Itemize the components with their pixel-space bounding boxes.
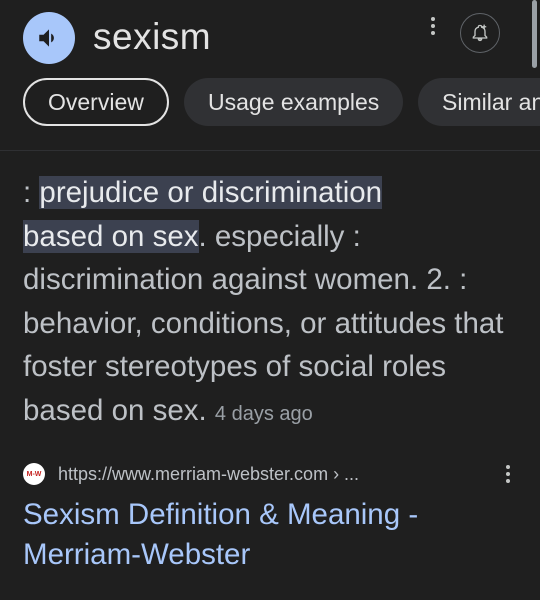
tab-bar: Overview Usage examples Similar and oppo…	[0, 78, 540, 128]
speaker-icon	[39, 29, 54, 47]
highlighted-text: prejudice or discrimination	[39, 176, 383, 209]
more-options-icon[interactable]	[498, 461, 518, 487]
tab-overview[interactable]: Overview	[23, 78, 169, 126]
timestamp: 4 days ago	[214, 402, 313, 425]
definition-prefix: :	[23, 176, 40, 209]
tab-similar-opposite[interactable]: Similar and opposite words	[418, 78, 540, 126]
tab-usage-examples[interactable]: Usage examples	[184, 78, 404, 126]
source-row[interactable]: M-W https://www.merriam-webster.com › ..…	[23, 459, 523, 489]
vertical-dots-icon[interactable]	[423, 12, 443, 40]
highlighted-text: based on sex	[23, 219, 199, 253]
word-title: sexism	[93, 16, 212, 57]
definition-text: : prejudice or discrimination based on se…	[23, 171, 523, 437]
alert-button[interactable]	[460, 13, 500, 53]
source-url[interactable]: https://www.merriam-webster.com › ...	[58, 463, 359, 485]
pronounce-button[interactable]	[23, 12, 75, 64]
header: sexism	[0, 0, 540, 76]
divider	[0, 150, 540, 151]
merriam-webster-logo: M-W	[23, 463, 45, 485]
bell-plus-icon	[472, 24, 488, 42]
scrollbar[interactable]	[532, 0, 537, 68]
result-link[interactable]: Sexism Definition & Meaning - Merriam-We…	[23, 495, 523, 575]
